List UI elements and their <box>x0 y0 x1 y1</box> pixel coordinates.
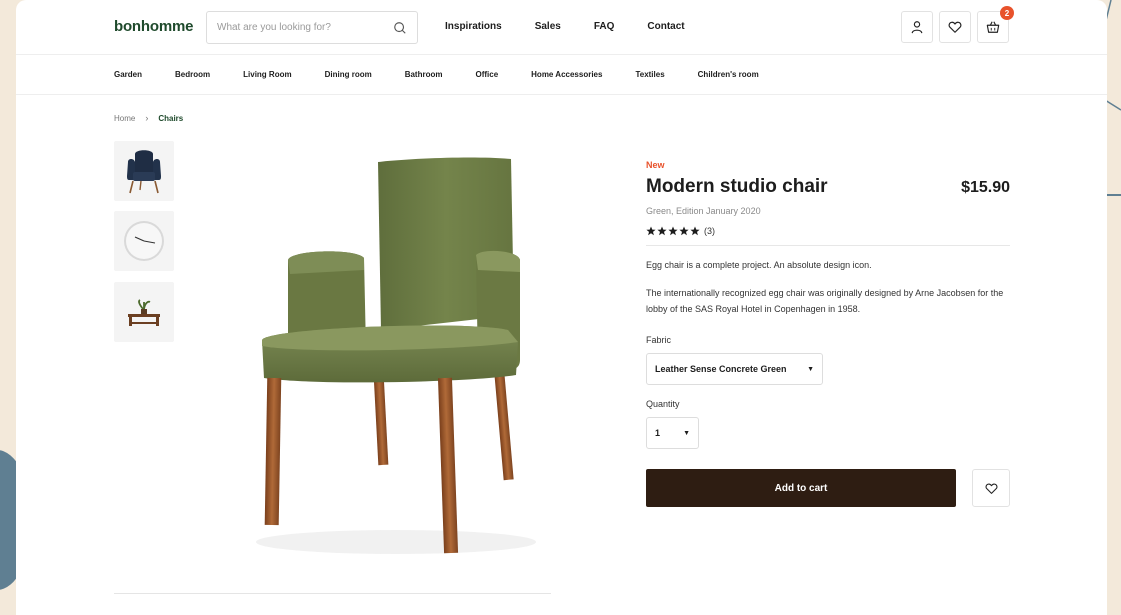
image-divider <box>114 593 551 594</box>
heart-icon <box>948 21 962 33</box>
quantity-label: Quantity <box>646 399 680 409</box>
category-textiles[interactable]: Textiles <box>635 70 664 79</box>
add-to-cart-button[interactable]: Add to cart <box>646 469 956 507</box>
site-logo[interactable]: bonhomme <box>114 18 193 35</box>
chevron-right-icon: › <box>145 113 149 123</box>
site-header: bonhomme Inspirations Sales FAQ Contact <box>16 0 1107 55</box>
cart-count-badge: 2 <box>1000 6 1014 20</box>
star-icon <box>690 226 700 236</box>
fabric-selected-value: Leather Sense Concrete Green <box>655 364 787 374</box>
fabric-select[interactable]: Leather Sense Concrete Green ▼ <box>646 353 823 385</box>
category-dining-room[interactable]: Dining room <box>325 70 372 79</box>
search-icon[interactable] <box>393 21 407 35</box>
product-main-image <box>256 157 536 554</box>
details-divider <box>646 245 1010 246</box>
category-bathroom[interactable]: Bathroom <box>405 70 443 79</box>
category-home-accessories[interactable]: Home Accessories <box>531 70 602 79</box>
category-nav: Garden Bedroom Living Room Dining room B… <box>16 55 1107 95</box>
user-icon <box>911 21 923 34</box>
basket-icon <box>986 21 1000 33</box>
product-title: Modern studio chair <box>646 176 828 197</box>
clock-image <box>124 221 164 261</box>
star-icon <box>679 226 689 236</box>
category-bedroom[interactable]: Bedroom <box>175 70 210 79</box>
thumbnail-navy-armchair[interactable] <box>114 141 174 201</box>
title-row: Modern studio chair $15.90 <box>646 176 1010 198</box>
category-garden[interactable]: Garden <box>114 70 142 79</box>
breadcrumb: Home › Chairs <box>114 113 183 123</box>
breadcrumb-home[interactable]: Home <box>114 114 135 123</box>
armchair-image <box>127 150 161 194</box>
account-button[interactable] <box>901 11 933 43</box>
heart-icon <box>985 483 997 494</box>
product-rating[interactable]: (3) <box>646 226 1010 236</box>
star-icon <box>657 226 667 236</box>
quantity-select[interactable]: 1 ▼ <box>646 417 699 449</box>
rating-stars <box>646 226 700 236</box>
star-icon <box>668 226 678 236</box>
quantity-selected-value: 1 <box>655 428 661 438</box>
main-nav: Inspirations Sales FAQ Contact <box>445 21 685 32</box>
nav-inspirations[interactable]: Inspirations <box>445 21 502 32</box>
category-living-room[interactable]: Living Room <box>243 70 291 79</box>
thumbnail-wooden-bench[interactable] <box>114 282 174 342</box>
new-badge: New <box>646 160 665 170</box>
search-input[interactable] <box>207 22 385 33</box>
wishlist-button[interactable] <box>939 11 971 43</box>
star-icon <box>646 226 656 236</box>
product-page: bonhomme Inspirations Sales FAQ Contact <box>16 0 1107 615</box>
category-childrens-room[interactable]: Children's room <box>698 70 759 79</box>
bench-image <box>128 299 160 326</box>
cart-button[interactable]: 2 <box>977 6 1014 43</box>
caret-down-icon: ▼ <box>807 365 814 373</box>
product-subtitle: Green, Edition January 2020 <box>646 206 761 216</box>
purchase-actions: Add to cart <box>646 469 1010 507</box>
product-description-long: The internationally recognized egg chair… <box>646 288 1004 314</box>
breadcrumb-current: Chairs <box>158 113 184 123</box>
rating-count: (3) <box>704 226 715 236</box>
fabric-label: Fabric <box>646 335 672 345</box>
nav-faq[interactable]: FAQ <box>594 21 615 32</box>
caret-down-icon: ▼ <box>683 429 690 437</box>
category-office[interactable]: Office <box>475 70 498 79</box>
nav-sales[interactable]: Sales <box>535 21 561 32</box>
thumbnail-wall-clock[interactable] <box>114 211 174 271</box>
product-details: New Modern studio chair $15.90 Green, Ed… <box>646 160 1010 507</box>
add-to-wishlist-button[interactable] <box>972 469 1010 507</box>
product-description-short: Egg chair is a complete project. An abso… <box>646 260 872 270</box>
search-box <box>206 11 418 44</box>
product-price: $15.90 <box>961 179 1010 196</box>
nav-contact[interactable]: Contact <box>647 21 684 32</box>
